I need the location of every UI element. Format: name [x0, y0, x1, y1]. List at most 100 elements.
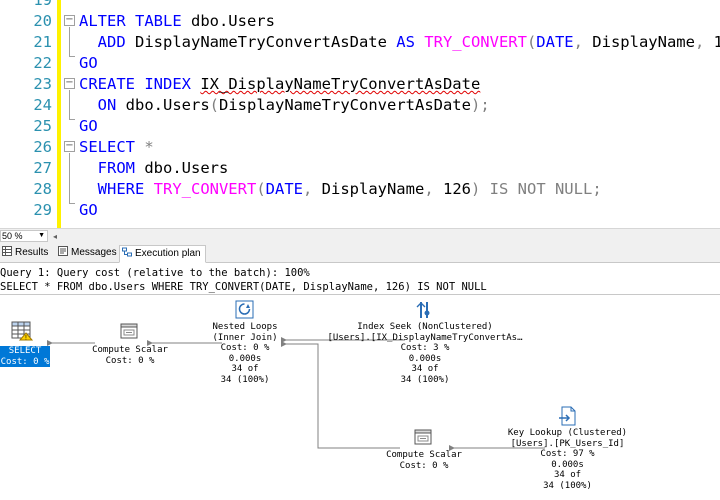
execution-plan-icon: [122, 247, 132, 257]
line-number: 21: [33, 33, 52, 51]
code-text[interactable]: WHERE TRY_CONVERT(DATE, DisplayName, 126…: [79, 179, 602, 200]
tab-execution-plan[interactable]: Execution plan: [119, 245, 206, 263]
code-token: IX_DisplayNameTryConvertAsDate: [200, 75, 481, 93]
grid-icon: [2, 246, 12, 256]
compute-scalar-operator-2[interactable]: Compute Scalar Cost: 0 %: [374, 450, 474, 471]
tab-results[interactable]: Results: [0, 245, 52, 263]
code-line[interactable]: 25 GO: [0, 116, 720, 137]
code-line[interactable]: 22 GO: [0, 53, 720, 74]
code-token: (: [209, 96, 220, 114]
code-token: );: [470, 96, 490, 114]
code-token: IS NOT NULL: [489, 180, 593, 198]
code-line[interactable]: 23 CREATE INDEX IX_DisplayNameTryConvertA…: [0, 74, 720, 95]
compute-scalar-icon[interactable]: [120, 322, 140, 344]
line-number: 23: [33, 75, 52, 93]
code-token: (: [526, 33, 537, 51]
code-line[interactable]: 28 WHERE TRY_CONVERT(DATE, DisplayName, …: [0, 179, 720, 200]
execution-plan-pane[interactable]: Query 1: Query cost (relative to the bat…: [0, 263, 720, 500]
code-line[interactable]: 24 ON dbo.Users(DisplayNameTryConvertAsD…: [0, 95, 720, 116]
code-line[interactable]: 29 GO: [0, 200, 720, 221]
code-token: ,: [694, 33, 714, 51]
code-token: (: [256, 180, 266, 198]
code-token: DisplayName: [321, 180, 425, 198]
line-number: 20: [33, 12, 52, 30]
line-number: 28: [33, 180, 52, 198]
code-token: dbo.Users: [190, 12, 275, 30]
line-number: 22: [33, 54, 52, 72]
code-token: TRY_CONVERT: [153, 180, 257, 198]
code-text[interactable]: FROM dbo.Users: [79, 158, 229, 179]
code-line[interactable]: 19: [0, 0, 720, 11]
code-token: ALTER TABLE: [79, 12, 191, 30]
tab-messages[interactable]: Messages: [56, 245, 121, 263]
line-number: 24: [33, 96, 52, 114]
code-token: DisplayNameTryConvertAsDate: [135, 33, 397, 51]
code-text[interactable]: ADD DisplayNameTryConvertAsDate AS TRY_C…: [79, 32, 720, 53]
code-token: ADD: [79, 33, 135, 51]
index-seek-operator[interactable]: Index Seek (NonClustered) [Users].[IX_Di…: [325, 322, 525, 386]
compute-scalar-operator[interactable]: Compute Scalar Cost: 0 %: [80, 345, 180, 366]
chevron-down-icon: ▼: [38, 232, 45, 239]
code-token: ;: [592, 180, 602, 198]
code-line[interactable]: 26 SELECT *: [0, 137, 720, 158]
code-text[interactable]: ON dbo.Users(DisplayNameTryConvertAsDate…: [79, 95, 490, 116]
tab-results-label: Results: [15, 247, 49, 258]
code-line[interactable]: 21 ADD DisplayNameTryConvertAsDate AS TR…: [0, 32, 720, 53]
scroll-left-icon[interactable]: ◂: [53, 232, 63, 241]
select-operator-name: SELECT: [8, 346, 42, 356]
code-token: WHERE: [79, 180, 154, 198]
query-editor[interactable]: − − − 19 20 ALTER TABLE dbo.Users 21 ADD Di…: [0, 0, 720, 230]
code-token: TRY_CONVERT: [424, 33, 527, 51]
zoom-dropdown[interactable]: 50 % ▼: [0, 230, 48, 242]
code-text[interactable]: CREATE INDEX IX_DisplayNameTryConvertAsD…: [79, 74, 480, 95]
code-token: DisplayNameTryConvertAsDate: [219, 96, 471, 114]
code-token: dbo.Users: [144, 159, 229, 177]
code-token: FROM: [79, 159, 145, 177]
code-token: GO: [79, 201, 98, 219]
code-token: ,: [573, 33, 593, 51]
index-seek-icon[interactable]: [414, 300, 434, 324]
code-token: ): [470, 180, 490, 198]
code-token: 126: [713, 33, 720, 51]
nested-loops-operator[interactable]: Nested Loops (Inner Join) Cost: 0 % 0.00…: [190, 322, 300, 386]
results-tabbar: Results Messages Execution plan: [0, 243, 720, 263]
code-token: SELECT: [79, 138, 145, 156]
code-token: DATE: [536, 33, 574, 51]
editor-status-strip: 50 % ▼ ◂: [0, 228, 720, 243]
code-text[interactable]: ALTER TABLE dbo.Users: [79, 11, 275, 32]
key-lookup-icon[interactable]: [558, 406, 578, 430]
code-token: ON: [79, 96, 126, 114]
code-token: *: [144, 138, 154, 156]
svg-text:!: !: [25, 334, 27, 341]
key-lookup-operator[interactable]: Key Lookup (Clustered) [Users].[PK_Users…: [500, 428, 635, 492]
code-token: 126: [442, 180, 471, 198]
tab-messages-label: Messages: [71, 247, 117, 258]
code-line[interactable]: 27 FROM dbo.Users: [0, 158, 720, 179]
code-token: GO: [79, 117, 98, 135]
code-text[interactable]: GO: [79, 200, 98, 221]
select-operator-label[interactable]: SELECT Cost: 0 %: [0, 346, 50, 367]
code-text[interactable]: GO: [79, 53, 98, 74]
line-number: 26: [33, 138, 52, 156]
nested-loops-icon[interactable]: [235, 300, 255, 324]
tab-execution-plan-label: Execution plan: [135, 248, 201, 259]
line-number: 27: [33, 159, 52, 177]
code-token: CREATE INDEX: [79, 75, 201, 93]
code-token: ,: [424, 180, 443, 198]
select-operator-icon[interactable]: !: [11, 321, 34, 345]
code-token: DATE: [265, 180, 303, 198]
code-text[interactable]: GO: [79, 116, 98, 137]
line-number: 19: [33, 0, 52, 9]
code-token: ,: [302, 180, 322, 198]
line-number: 25: [33, 117, 52, 135]
code-token: AS: [396, 33, 425, 51]
messages-icon: [58, 246, 68, 256]
select-operator-cost: Cost: 0 %: [0, 356, 50, 367]
line-number: 29: [33, 201, 52, 219]
code-text[interactable]: SELECT *: [79, 137, 154, 158]
code-token: dbo.Users: [125, 96, 210, 114]
code-token: DisplayName: [592, 33, 695, 51]
compute-scalar-icon[interactable]: [414, 428, 434, 450]
code-line[interactable]: 20 ALTER TABLE dbo.Users: [0, 11, 720, 32]
code-token: GO: [79, 54, 98, 72]
